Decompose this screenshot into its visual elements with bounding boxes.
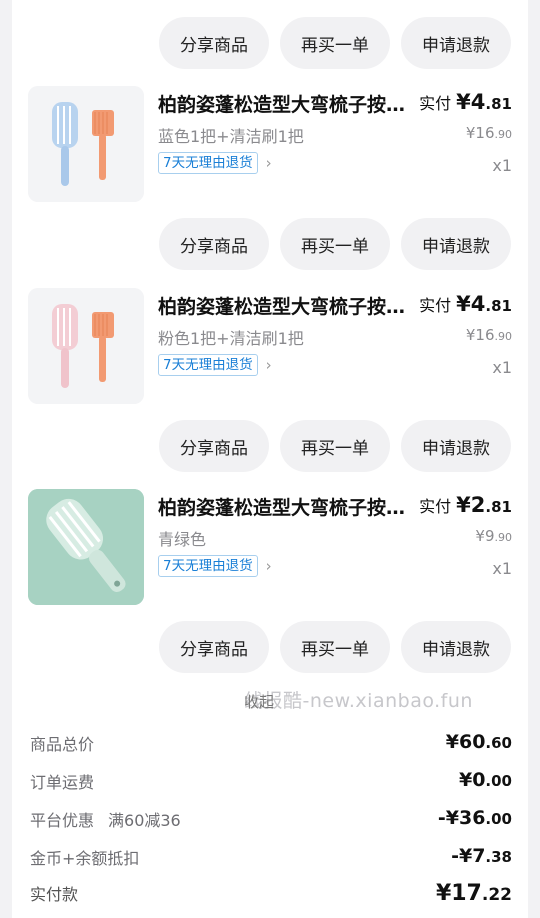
buy-again-button[interactable]: 再买一单 xyxy=(280,420,390,472)
paid-label: 实付 xyxy=(419,94,452,113)
summary-label: 金币+余额抵扣 xyxy=(30,849,140,868)
summary-shipping: 订单运费 ¥0.00 xyxy=(30,769,512,795)
orig-currency: ¥ xyxy=(475,527,485,545)
orig-dec: .90 xyxy=(494,330,513,343)
original-price: ¥16.90 xyxy=(466,326,512,344)
summary-value: ¥0.00 xyxy=(458,769,512,791)
product-title[interactable]: 柏韵姿蓬松造型大弯梳子按摩梳 xyxy=(158,90,414,117)
paid-price: 实付 ¥4.81 xyxy=(419,90,512,114)
orig-currency: ¥ xyxy=(465,124,476,142)
product-thumbnail[interactable] xyxy=(28,288,144,404)
orig-int: 16 xyxy=(475,326,495,344)
request-refund-button[interactable]: 申请退款 xyxy=(401,621,511,673)
original-price: ¥16.90 xyxy=(466,124,512,142)
collapse-link[interactable]: 收起 xyxy=(244,691,274,712)
paid-currency: ¥ xyxy=(456,90,471,114)
return-policy-row[interactable]: 7天无理由退货 › xyxy=(158,354,272,376)
summary-label: 平台优惠 满60减36 xyxy=(30,811,181,830)
paid-int: 2 xyxy=(470,493,486,517)
return-policy-badge: 7天无理由退货 xyxy=(158,354,258,376)
summary-value: ¥60.60 xyxy=(445,731,512,753)
comb-image-icon xyxy=(28,86,144,202)
comb-image-icon xyxy=(28,489,144,605)
orig-currency: ¥ xyxy=(465,326,476,344)
quantity: x1 xyxy=(492,156,512,175)
chevron-right-icon: › xyxy=(265,154,272,172)
summary-goods-total: 商品总价 ¥60.60 xyxy=(30,731,512,757)
order-detail-card: 分享商品 再买一单 申请退款 柏韵姿蓬松造型大弯梳子按摩梳 蓝色1把+清洁刷1把… xyxy=(12,0,528,918)
comb-image-icon xyxy=(28,288,144,404)
product-thumbnail[interactable] xyxy=(28,86,144,202)
share-product-button[interactable]: 分享商品 xyxy=(159,17,269,69)
paid-label: 实付 xyxy=(419,296,452,315)
paid-int: 4 xyxy=(470,90,486,114)
product-title[interactable]: 柏韵姿蓬松造型大弯梳子按摩梳 xyxy=(158,292,414,319)
product-title[interactable]: 柏韵姿蓬松造型大弯梳子按摩梳 xyxy=(158,493,414,520)
orig-int: 9 xyxy=(484,527,495,545)
buy-again-button[interactable]: 再买一单 xyxy=(280,621,390,673)
paid-dec: .81 xyxy=(485,95,512,113)
item-actions-row: 分享商品 再买一单 申请退款 xyxy=(159,218,511,270)
share-product-button[interactable]: 分享商品 xyxy=(159,621,269,673)
paid-dec: .81 xyxy=(485,498,512,516)
return-policy-badge: 7天无理由退货 xyxy=(158,152,258,174)
order-item[interactable]: 柏韵姿蓬松造型大弯梳子按摩梳 青绿色 7天无理由退货 › 实付 ¥2.81 ¥9… xyxy=(28,489,512,605)
item-actions-row: 分享商品 再买一单 申请退款 xyxy=(159,17,511,69)
paid-currency: ¥ xyxy=(456,493,471,517)
return-policy-row[interactable]: 7天无理由退货 › xyxy=(158,152,272,174)
paid-currency: ¥ xyxy=(456,292,471,316)
item-actions-row: 分享商品 再买一单 申请退款 xyxy=(159,621,511,673)
share-product-button[interactable]: 分享商品 xyxy=(159,218,269,270)
paid-dec: .81 xyxy=(485,297,512,315)
chevron-right-icon: › xyxy=(265,356,272,374)
chevron-right-icon: › xyxy=(265,557,272,575)
original-price: ¥9.90 xyxy=(475,527,512,545)
buy-again-button[interactable]: 再买一单 xyxy=(280,17,390,69)
summary-value: ¥17.22 xyxy=(435,881,512,906)
buy-again-button[interactable]: 再买一单 xyxy=(280,218,390,270)
watermark-text: 线报酷-new.xianbao.fun xyxy=(244,690,473,712)
summary-platform-discount[interactable]: 平台优惠 满60减36 -¥36.00 xyxy=(30,807,512,833)
summary-paid-total: 实付款 ¥17.22 xyxy=(30,881,512,907)
request-refund-button[interactable]: 申请退款 xyxy=(401,17,511,69)
quantity: x1 xyxy=(492,559,512,578)
product-variant: 粉色1把+清洁刷1把 xyxy=(158,329,304,348)
summary-label: 商品总价 xyxy=(30,735,95,754)
summary-label: 订单运费 xyxy=(30,773,95,792)
share-product-button[interactable]: 分享商品 xyxy=(159,420,269,472)
summary-label: 实付款 xyxy=(30,885,79,904)
request-refund-button[interactable]: 申请退款 xyxy=(401,420,511,472)
paid-price: 实付 ¥2.81 xyxy=(419,493,512,517)
summary-coins-balance: 金币+余额抵扣 -¥7.38 xyxy=(30,845,512,871)
orig-dec: .90 xyxy=(494,531,513,544)
orig-dec: .90 xyxy=(494,128,513,141)
return-policy-badge: 7天无理由退货 xyxy=(158,555,258,577)
order-item[interactable]: 柏韵姿蓬松造型大弯梳子按摩梳 蓝色1把+清洁刷1把 7天无理由退货 › 实付 ¥… xyxy=(28,86,512,202)
summary-value: -¥7.38 xyxy=(451,845,512,867)
orig-int: 16 xyxy=(475,124,495,142)
product-variant: 蓝色1把+清洁刷1把 xyxy=(158,127,304,146)
request-refund-button[interactable]: 申请退款 xyxy=(401,218,511,270)
paid-price: 实付 ¥4.81 xyxy=(419,292,512,316)
product-thumbnail[interactable] xyxy=(28,489,144,605)
product-variant: 青绿色 xyxy=(158,530,207,549)
quantity: x1 xyxy=(492,358,512,377)
order-item[interactable]: 柏韵姿蓬松造型大弯梳子按摩梳 粉色1把+清洁刷1把 7天无理由退货 › 实付 ¥… xyxy=(28,288,512,404)
return-policy-row[interactable]: 7天无理由退货 › xyxy=(158,555,272,577)
paid-int: 4 xyxy=(470,292,486,316)
summary-value: -¥36.00 xyxy=(437,807,512,829)
paid-label: 实付 xyxy=(419,497,452,516)
item-actions-row: 分享商品 再买一单 申请退款 xyxy=(159,420,511,472)
